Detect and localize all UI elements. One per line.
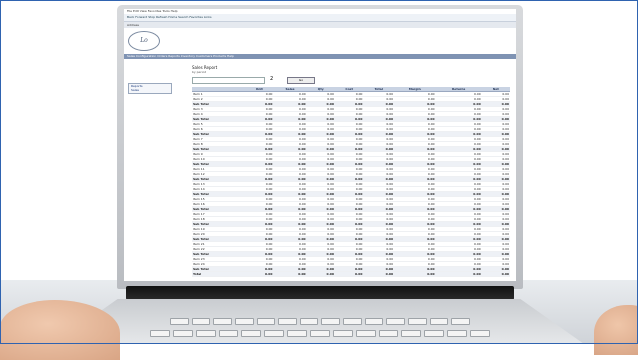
laptop-screen: File Edit View Favorites Tools Help Back…	[124, 9, 516, 281]
keyboard-row	[150, 330, 490, 337]
laptop-hinge	[126, 286, 514, 300]
cell-value: 0.00	[334, 271, 364, 277]
filter-input[interactable]	[192, 77, 265, 84]
table-body: Item 1 0.00 0.00 0.00 0.00 0.00 0.00 0.00 0.00 It…	[192, 91, 510, 277]
run-report-button[interactable]: Go	[287, 77, 315, 84]
report-table: Unit Sales Qty Cost Total Margin Returns Net It…	[192, 87, 510, 277]
page-subtitle: by period	[192, 70, 207, 74]
table-row: Total 0.00 0.00 0.00 0.00 0.00 0.00 0.00 0.00	[192, 271, 510, 277]
cell-value: 0.00	[306, 271, 335, 277]
browser-toolbar[interactable]: Back Forward Stop Refresh Home Search Fa…	[124, 14, 516, 22]
sidebar-item-label[interactable]: Sales	[131, 88, 171, 92]
row-label: Total	[192, 271, 246, 277]
app-header: Lo	[124, 28, 516, 54]
app-nav-strip[interactable]: Sales Configuration Orders Reports Inven…	[124, 54, 516, 59]
keyboard-row	[170, 318, 470, 325]
cell-value: 0.00	[435, 271, 482, 277]
app-logo: Lo	[128, 31, 160, 51]
cell-value: 0.00	[273, 271, 307, 277]
sidebar-panel[interactable]: Reports Sales	[128, 83, 172, 94]
cell-value: 0.00	[394, 271, 436, 277]
cell-value: 0.00	[481, 271, 510, 277]
cell-value: 0.00	[245, 271, 274, 277]
count-value: 2	[270, 76, 274, 82]
cell-value: 0.00	[363, 271, 395, 277]
